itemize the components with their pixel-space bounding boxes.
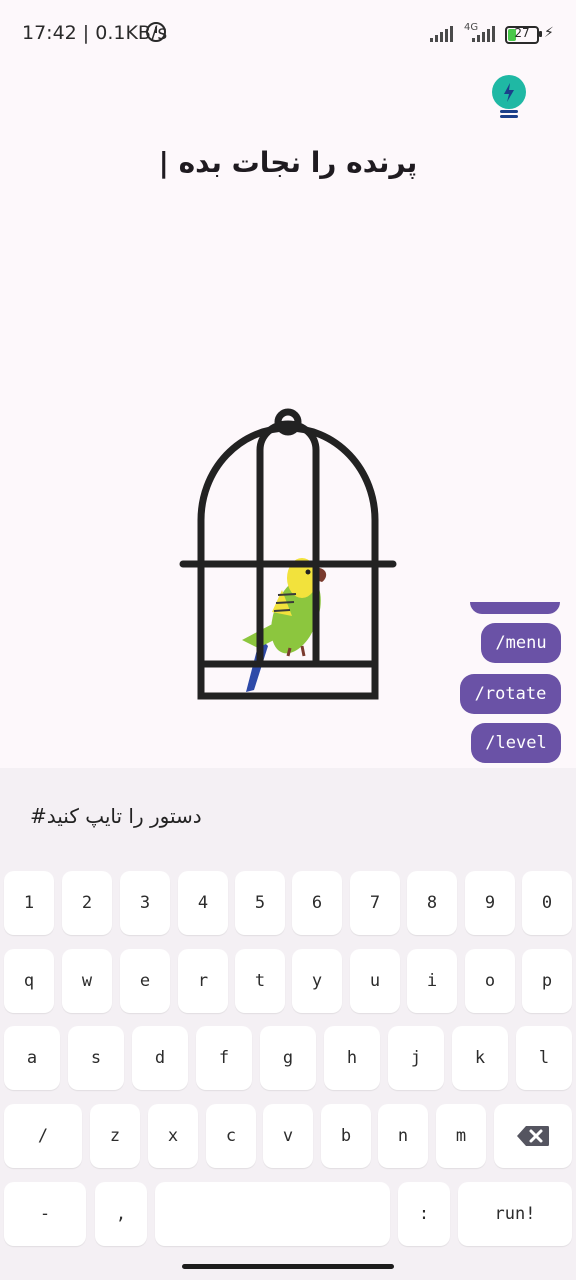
- key-z[interactable]: z: [90, 1104, 140, 1168]
- key-s[interactable]: s: [68, 1026, 124, 1090]
- command-chip-level[interactable]: /level: [471, 723, 561, 763]
- key-o[interactable]: o: [465, 949, 515, 1013]
- key-f[interactable]: f: [196, 1026, 252, 1090]
- key-t[interactable]: t: [235, 949, 285, 1013]
- command-input[interactable]: دستور را تایپ کنید#: [30, 804, 202, 828]
- key-slash[interactable]: /: [4, 1104, 82, 1168]
- space-key[interactable]: [155, 1182, 390, 1246]
- command-chip-rotate[interactable]: /rotate: [460, 674, 561, 714]
- alarm-icon: [146, 22, 166, 42]
- hint-bulb-icon[interactable]: [490, 74, 530, 120]
- key-l[interactable]: l: [516, 1026, 572, 1090]
- key-5[interactable]: 5: [235, 871, 285, 935]
- key-4[interactable]: 4: [178, 871, 228, 935]
- run-key[interactable]: run!: [458, 1182, 572, 1246]
- key-i[interactable]: i: [407, 949, 457, 1013]
- battery-icon: 27: [505, 26, 542, 44]
- key-v[interactable]: v: [263, 1104, 313, 1168]
- status-bar: 17:42 | 0.1KB/s 4G 27 ⚡: [0, 0, 576, 68]
- command-input-area[interactable]: دستور را تایپ کنید#: [0, 768, 576, 864]
- command-chip-menu[interactable]: /menu: [481, 623, 561, 663]
- key-3[interactable]: 3: [120, 871, 170, 935]
- key-9[interactable]: 9: [465, 871, 515, 935]
- signal-icon: [430, 26, 453, 42]
- key-n[interactable]: n: [378, 1104, 428, 1168]
- home-indicator[interactable]: [182, 1264, 394, 1269]
- command-chip-partial[interactable]: [470, 602, 560, 614]
- key-e[interactable]: e: [120, 949, 170, 1013]
- signal-icon-2: [472, 26, 495, 42]
- key-b[interactable]: b: [321, 1104, 371, 1168]
- key-6[interactable]: 6: [292, 871, 342, 935]
- charging-icon: ⚡: [544, 25, 554, 41]
- key-u[interactable]: u: [350, 949, 400, 1013]
- key-8[interactable]: 8: [407, 871, 457, 935]
- cage-scene[interactable]: [170, 400, 410, 710]
- key-a[interactable]: a: [4, 1026, 60, 1090]
- battery-level: 27: [514, 26, 530, 40]
- key-j[interactable]: j: [388, 1026, 444, 1090]
- key-comma[interactable]: ,: [95, 1182, 147, 1246]
- key-k[interactable]: k: [452, 1026, 508, 1090]
- key-dash[interactable]: -: [4, 1182, 86, 1246]
- key-0[interactable]: 0: [522, 871, 572, 935]
- backspace-key[interactable]: [494, 1104, 572, 1168]
- key-r[interactable]: r: [178, 949, 228, 1013]
- level-title: پرنده را نجات بده |: [158, 146, 418, 179]
- key-h[interactable]: h: [324, 1026, 380, 1090]
- key-x[interactable]: x: [148, 1104, 198, 1168]
- key-7[interactable]: 7: [350, 871, 400, 935]
- key-q[interactable]: q: [4, 949, 54, 1013]
- backspace-icon: [517, 1126, 549, 1146]
- key-w[interactable]: w: [62, 949, 112, 1013]
- key-2[interactable]: 2: [62, 871, 112, 935]
- key-colon[interactable]: :: [398, 1182, 450, 1246]
- key-y[interactable]: y: [292, 949, 342, 1013]
- key-1[interactable]: 1: [4, 871, 54, 935]
- key-g[interactable]: g: [260, 1026, 316, 1090]
- key-c[interactable]: c: [206, 1104, 256, 1168]
- key-m[interactable]: m: [436, 1104, 486, 1168]
- key-p[interactable]: p: [522, 949, 572, 1013]
- key-d[interactable]: d: [132, 1026, 188, 1090]
